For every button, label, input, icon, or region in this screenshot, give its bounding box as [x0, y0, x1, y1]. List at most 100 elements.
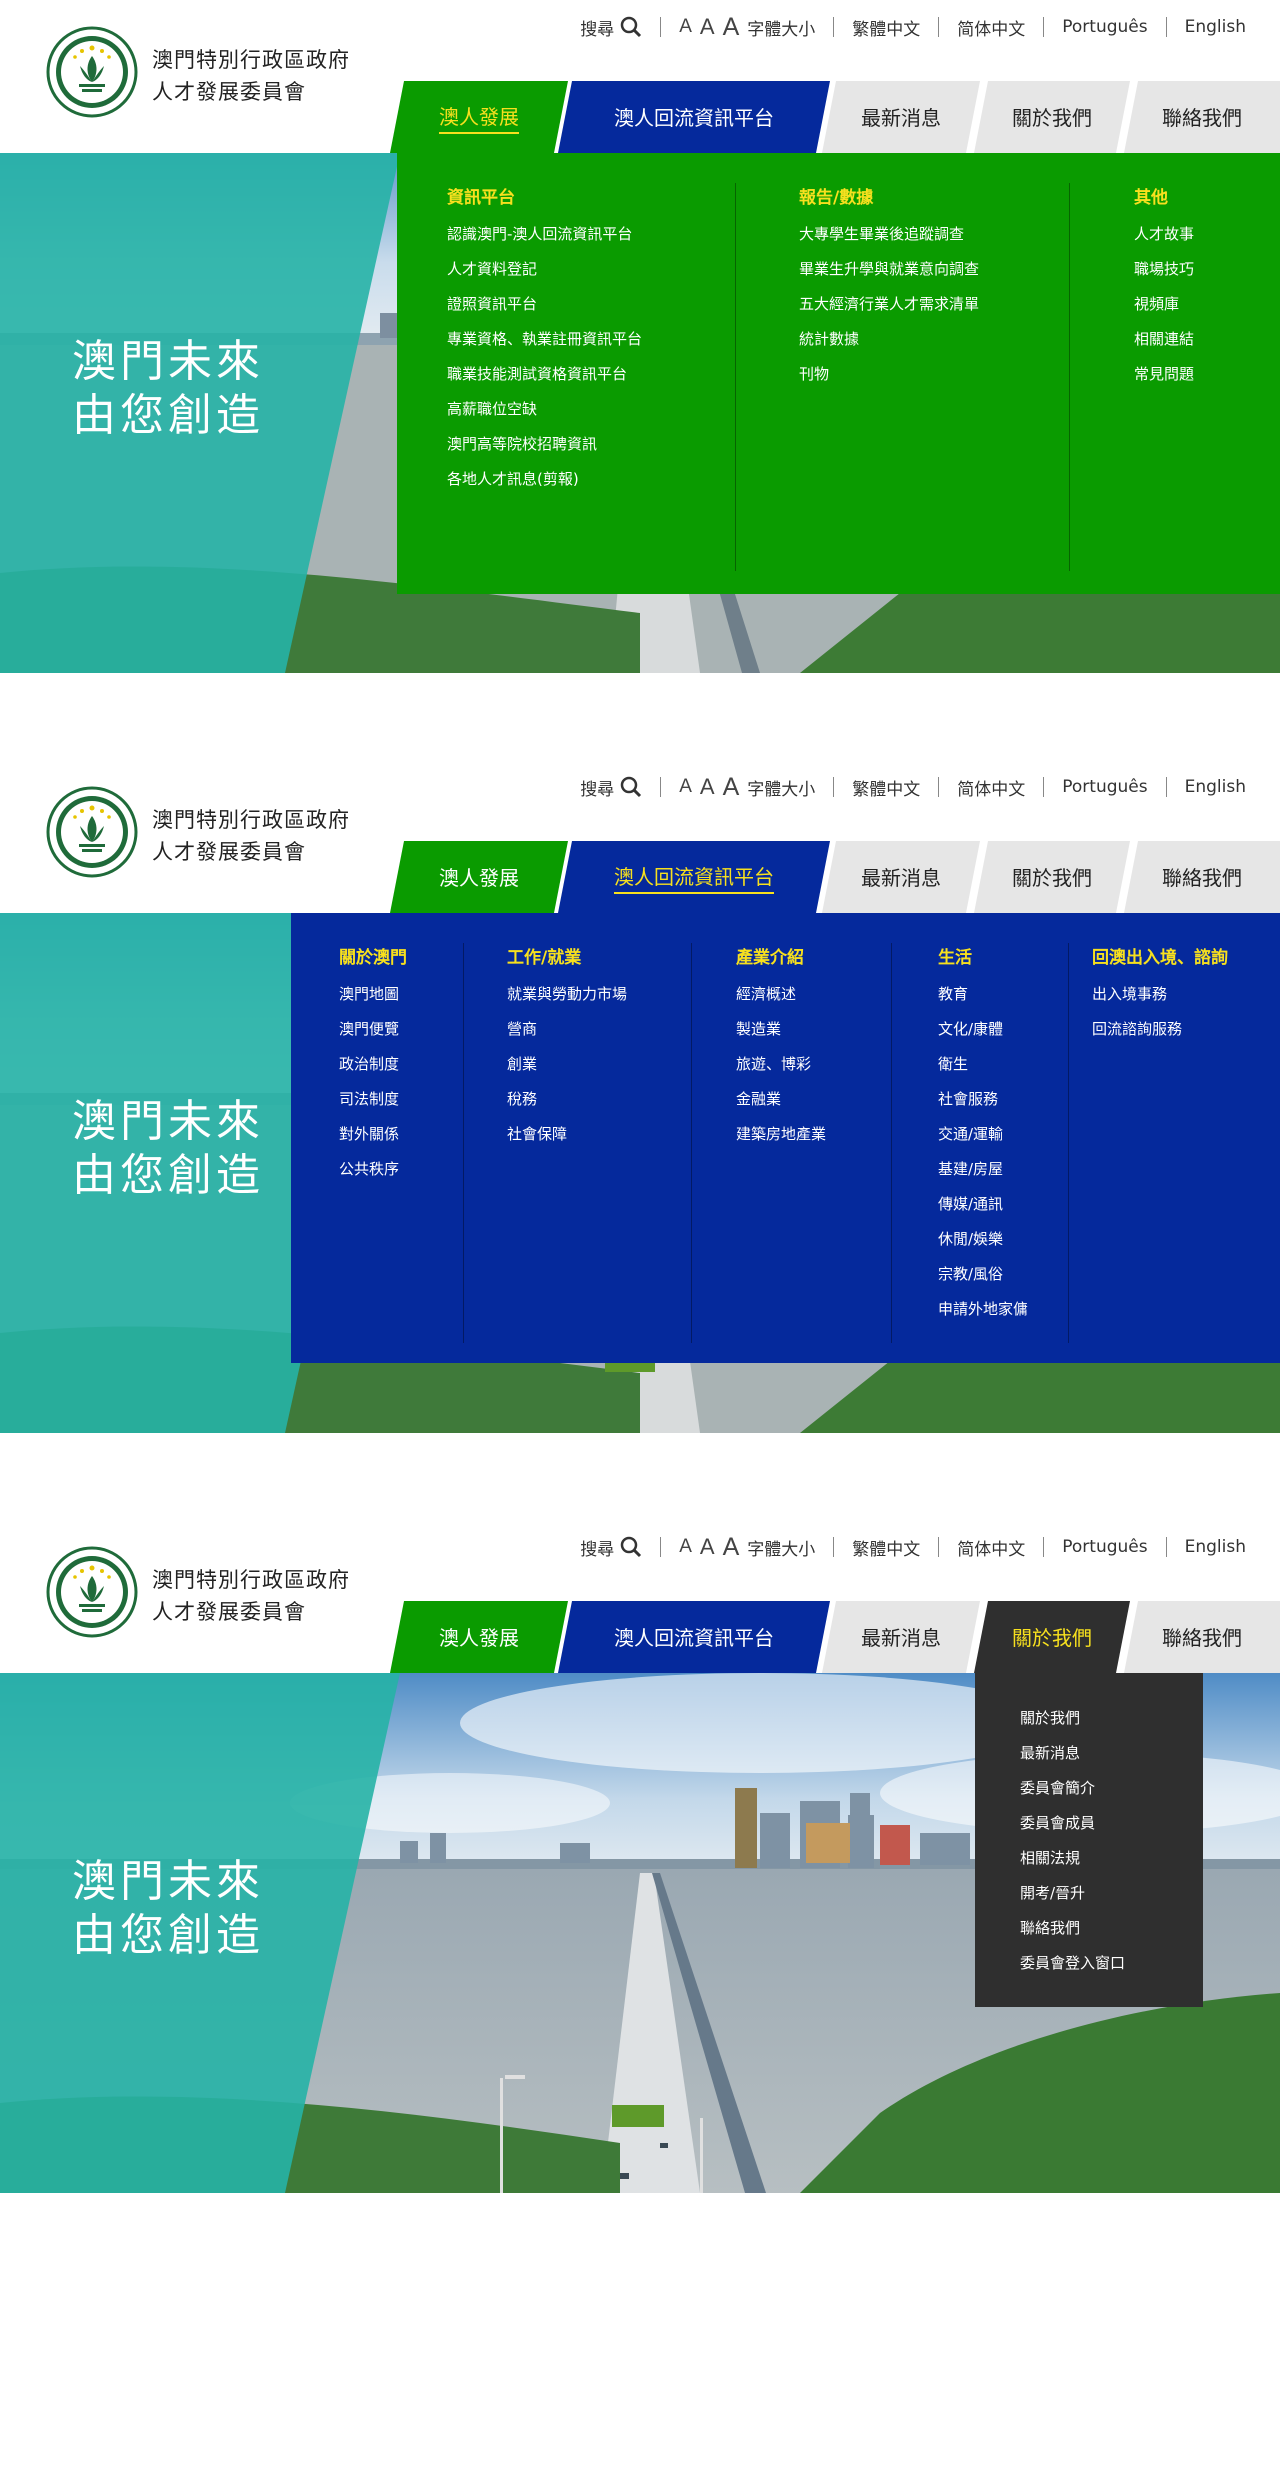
menu-link[interactable]: 相關法規: [1020, 1841, 1203, 1876]
lang-en[interactable]: English: [1185, 777, 1246, 797]
menu-link[interactable]: 高薪職位空缺: [447, 392, 642, 427]
search-button[interactable]: 搜尋: [580, 1535, 642, 1560]
menu-link[interactable]: 回流諮詢服務: [1092, 1012, 1228, 1047]
menu-link[interactable]: 出入境事務: [1092, 977, 1228, 1012]
menu-link[interactable]: 澳門地圖: [339, 977, 407, 1012]
lang-zh-hant[interactable]: 繁體中文: [852, 1535, 920, 1560]
menu-link[interactable]: 委員會成員: [1020, 1806, 1203, 1841]
menu-link[interactable]: 聯絡我們: [1020, 1911, 1203, 1946]
lang-zh-hans[interactable]: 简体中文: [957, 1535, 1025, 1560]
menu-link[interactable]: 職場技巧: [1134, 252, 1194, 287]
menu-link[interactable]: 畢業生升學與就業意向調查: [799, 252, 979, 287]
nav-tab-dev[interactable]: 澳人發展: [390, 1601, 568, 1673]
menu-link[interactable]: 公共秩序: [339, 1152, 407, 1187]
nav-tab-return-platform[interactable]: 澳人回流資訊平台: [558, 1601, 830, 1673]
nav-tab-contact[interactable]: 聯絡我們: [1124, 841, 1280, 913]
menu-link[interactable]: 職業技能測試資格資訊平台: [447, 357, 642, 392]
menu-link[interactable]: 委員會簡介: [1020, 1771, 1203, 1806]
menu-link[interactable]: 最新消息: [1020, 1736, 1203, 1771]
macau-emblem-logo[interactable]: [46, 786, 138, 878]
menu-link[interactable]: 建築房地產業: [736, 1117, 826, 1152]
nav-tab-return-platform[interactable]: 澳人回流資訊平台: [558, 81, 830, 153]
menu-link[interactable]: 稅務: [507, 1082, 627, 1117]
menu-link[interactable]: 專業資格、執業註冊資訊平台: [447, 322, 642, 357]
font-medium-button[interactable]: A: [700, 1534, 715, 1560]
nav-tab-news[interactable]: 最新消息: [822, 841, 980, 913]
menu-link[interactable]: 文化/康體: [938, 1012, 1028, 1047]
menu-link[interactable]: 基建/房屋: [938, 1152, 1028, 1187]
search-button[interactable]: 搜尋: [580, 15, 642, 40]
font-large-button[interactable]: A: [723, 13, 740, 42]
font-small-button[interactable]: A: [679, 16, 692, 38]
nav-tab-dev[interactable]: 澳人發展: [390, 841, 568, 913]
menu-link[interactable]: 創業: [507, 1047, 627, 1082]
lang-pt[interactable]: Português: [1062, 17, 1147, 37]
menu-link[interactable]: 營商: [507, 1012, 627, 1047]
menu-link[interactable]: 澳門便覽: [339, 1012, 407, 1047]
menu-link[interactable]: 就業與勞動力市場: [507, 977, 627, 1012]
lang-zh-hant[interactable]: 繁體中文: [852, 775, 920, 800]
menu-link[interactable]: 五大經濟行業人才需求清單: [799, 287, 979, 322]
menu-link[interactable]: 經濟概述: [736, 977, 826, 1012]
menu-link[interactable]: 委員會登入窗口: [1020, 1946, 1203, 1981]
lang-zh-hant[interactable]: 繁體中文: [852, 15, 920, 40]
nav-tab-about[interactable]: 關於我們: [974, 81, 1130, 153]
org-name[interactable]: 澳門特別行政區政府 人才發展委員會: [152, 804, 350, 868]
menu-link[interactable]: 視頻庫: [1134, 287, 1194, 322]
menu-link[interactable]: 金融業: [736, 1082, 826, 1117]
menu-link[interactable]: 關於我們: [1020, 1701, 1203, 1736]
org-name[interactable]: 澳門特別行政區政府 人才發展委員會: [152, 44, 350, 108]
menu-link[interactable]: 宗教/風俗: [938, 1257, 1028, 1292]
nav-tab-news[interactable]: 最新消息: [822, 81, 980, 153]
search-button[interactable]: 搜尋: [580, 775, 642, 800]
font-small-button[interactable]: A: [679, 776, 692, 798]
menu-link[interactable]: 社會服務: [938, 1082, 1028, 1117]
font-large-button[interactable]: A: [723, 773, 740, 802]
nav-tab-about[interactable]: 關於我們: [974, 1601, 1130, 1673]
nav-tab-label: 澳人發展: [439, 1625, 519, 1650]
font-small-button[interactable]: A: [679, 1536, 692, 1558]
menu-link[interactable]: 對外關係: [339, 1117, 407, 1152]
font-medium-button[interactable]: A: [700, 14, 715, 40]
menu-link[interactable]: 認識澳門-澳人回流資訊平台: [447, 217, 642, 252]
menu-link[interactable]: 休閒/娛樂: [938, 1222, 1028, 1257]
menu-link[interactable]: 澳門高等院校招聘資訊: [447, 427, 642, 462]
menu-link[interactable]: 各地人才訊息(剪報): [447, 462, 642, 497]
menu-link[interactable]: 大專學生畢業後追蹤調查: [799, 217, 979, 252]
menu-link[interactable]: 教育: [938, 977, 1028, 1012]
menu-link[interactable]: 人才資料登記: [447, 252, 642, 287]
font-large-button[interactable]: A: [723, 1533, 740, 1562]
menu-link[interactable]: 統計數據: [799, 322, 979, 357]
menu-link[interactable]: 相關連結: [1134, 322, 1194, 357]
menu-link[interactable]: 人才故事: [1134, 217, 1194, 252]
menu-link[interactable]: 衛生: [938, 1047, 1028, 1082]
lang-pt[interactable]: Português: [1062, 1537, 1147, 1557]
lang-en[interactable]: English: [1185, 17, 1246, 37]
lang-pt[interactable]: Português: [1062, 777, 1147, 797]
macau-emblem-logo[interactable]: [46, 1546, 138, 1638]
menu-link[interactable]: 旅遊、博彩: [736, 1047, 826, 1082]
font-medium-button[interactable]: A: [700, 774, 715, 800]
nav-tab-contact[interactable]: 聯絡我們: [1124, 1601, 1280, 1673]
menu-link[interactable]: 製造業: [736, 1012, 826, 1047]
nav-tab-return-platform[interactable]: 澳人回流資訊平台: [558, 841, 830, 913]
org-name[interactable]: 澳門特別行政區政府 人才發展委員會: [152, 1564, 350, 1628]
menu-link[interactable]: 司法制度: [339, 1082, 407, 1117]
lang-zh-hans[interactable]: 简体中文: [957, 15, 1025, 40]
menu-link[interactable]: 交通/運輸: [938, 1117, 1028, 1152]
nav-tab-dev[interactable]: 澳人發展: [390, 81, 568, 153]
nav-tab-contact[interactable]: 聯絡我們: [1124, 81, 1280, 153]
menu-link[interactable]: 常見問題: [1134, 357, 1194, 392]
menu-link[interactable]: 刊物: [799, 357, 979, 392]
menu-link[interactable]: 申請外地家傭: [938, 1292, 1028, 1327]
nav-tab-about[interactable]: 關於我們: [974, 841, 1130, 913]
lang-en[interactable]: English: [1185, 1537, 1246, 1557]
menu-link[interactable]: 開考/晉升: [1020, 1876, 1203, 1911]
menu-link[interactable]: 證照資訊平台: [447, 287, 642, 322]
menu-link[interactable]: 政治制度: [339, 1047, 407, 1082]
macau-emblem-logo[interactable]: [46, 26, 138, 118]
nav-tab-news[interactable]: 最新消息: [822, 1601, 980, 1673]
lang-zh-hans[interactable]: 简体中文: [957, 775, 1025, 800]
menu-link[interactable]: 社會保障: [507, 1117, 627, 1152]
menu-link[interactable]: 傳媒/通訊: [938, 1187, 1028, 1222]
